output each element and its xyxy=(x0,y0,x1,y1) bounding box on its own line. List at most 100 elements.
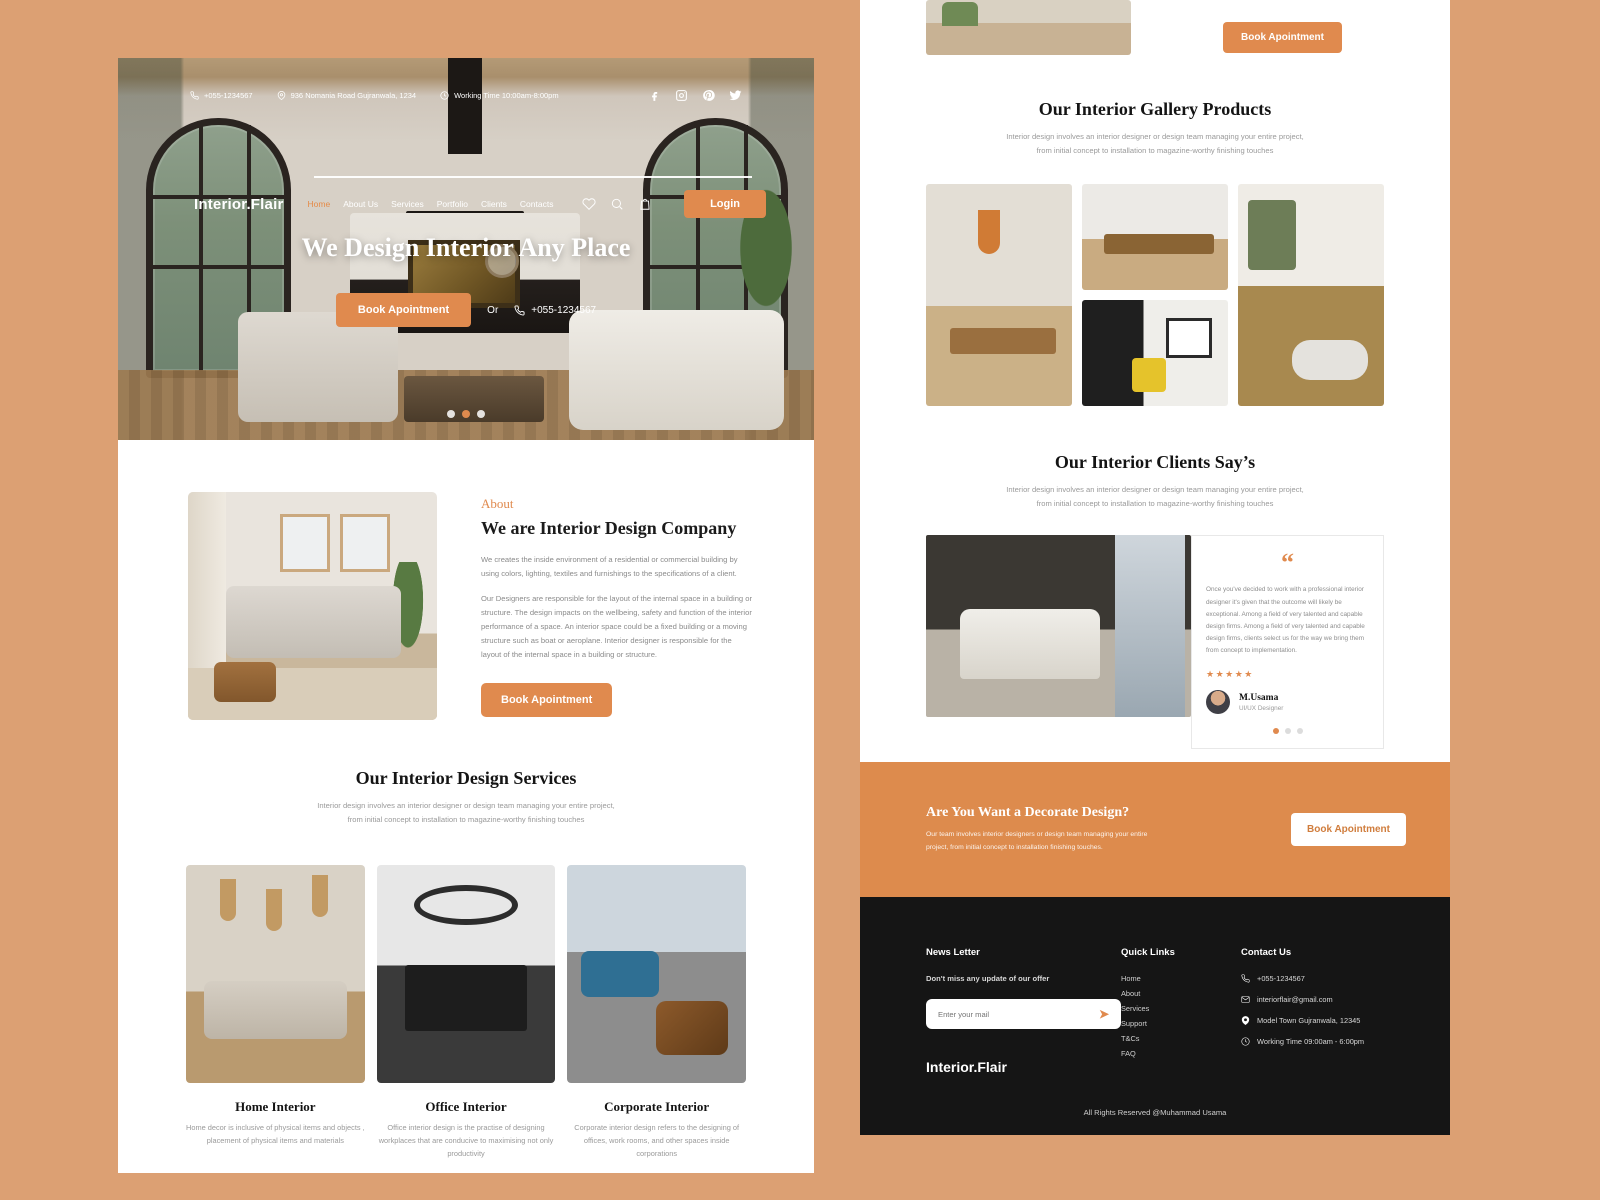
about-paragraph-1: We creates the inside environment of a r… xyxy=(481,555,738,579)
nav-item-home[interactable]: Home xyxy=(308,199,331,209)
bag-icon[interactable] xyxy=(638,197,652,211)
gallery-item[interactable] xyxy=(1238,184,1384,407)
clients-subtitle: Interior design involves an interior des… xyxy=(1006,485,1304,509)
clients-section: Our Interior Clients Say’s Interior desi… xyxy=(860,406,1450,750)
service-card[interactable]: Office Interior Office interior design i… xyxy=(376,865,556,1161)
service-image-corporate xyxy=(567,865,747,1084)
cta-book-appointment-button[interactable]: Book Apointment xyxy=(1291,813,1406,846)
topbar-hours-text: Working Time 10:00am-8:00pm xyxy=(454,90,559,100)
gallery-item[interactable] xyxy=(1082,300,1228,407)
gallery-item[interactable] xyxy=(926,184,1072,407)
pinterest-icon[interactable] xyxy=(702,89,715,102)
top-fragment-row: Book Apointment xyxy=(860,0,1450,55)
slider-dot-1[interactable] xyxy=(447,410,455,418)
about-book-appointment-button[interactable]: Book Apointment xyxy=(481,683,613,718)
hero-or-label: Or xyxy=(487,304,499,316)
testimonial-dot-2[interactable] xyxy=(1284,728,1291,735)
nav-item-about-us[interactable]: About Us xyxy=(343,199,378,209)
gallery-title: Our Interior Gallery Products xyxy=(1038,99,1272,119)
topbar-phone[interactable]: +055-1234567 xyxy=(190,91,253,100)
site-logo[interactable]: Interior.Flair xyxy=(194,196,284,213)
hero-book-appointment-button[interactable]: Book Apointment xyxy=(335,293,472,327)
testimonial-dot-3[interactable] xyxy=(1296,728,1303,735)
cta-title: Are You Want a Decorate Design? xyxy=(926,804,1130,820)
heart-icon[interactable] xyxy=(582,197,596,211)
nav-item-clients[interactable]: Clients xyxy=(481,199,507,209)
slider-dot-2[interactable] xyxy=(462,410,470,418)
gallery-column-2 xyxy=(1082,184,1228,407)
contact-phone[interactable]: +055-1234567 xyxy=(1241,974,1384,983)
clock-icon xyxy=(1241,1037,1250,1046)
quick-links-list: Home About Services Support T&Cs FAQ xyxy=(1121,974,1241,1058)
about-image xyxy=(188,492,437,720)
footer-link-home[interactable]: Home xyxy=(1121,974,1241,983)
newsletter-email-input[interactable] xyxy=(938,1009,1099,1019)
twitter-icon[interactable] xyxy=(729,89,742,102)
nav-item-portfolio[interactable]: Portfolio xyxy=(437,199,468,209)
footer-link-faq[interactable]: FAQ xyxy=(1121,1049,1241,1058)
service-title: Home Interior xyxy=(235,1099,316,1115)
mail-icon xyxy=(1241,996,1250,1003)
services-section: Our Interior Design Services Interior de… xyxy=(118,720,814,1161)
service-description: Office interior design is the practise o… xyxy=(378,1123,554,1158)
service-image-office xyxy=(376,865,556,1084)
footer-link-support[interactable]: Support xyxy=(1121,1019,1241,1028)
topbar-address-text: 936 Nomania Road Gujranwala, 1234 xyxy=(290,90,417,100)
footer-link-tcs[interactable]: T&Cs xyxy=(1121,1034,1241,1043)
hero-phone[interactable]: +055-1234567 xyxy=(514,305,596,316)
contact-address[interactable]: Model Town Gujranwala, 12345 xyxy=(1241,1016,1384,1025)
hero-section: +055-1234567 936 Nomania Road Gujranwala… xyxy=(118,58,814,440)
instagram-icon[interactable] xyxy=(675,89,688,102)
facebook-icon[interactable] xyxy=(648,89,661,102)
phone-icon xyxy=(190,90,199,100)
testimonial-card: “ Once you've decided to work with a pro… xyxy=(1191,535,1384,750)
about-paragraph-2: Our Designers are responsible for the la… xyxy=(481,594,752,660)
phone-icon xyxy=(1241,974,1250,983)
search-icon[interactable] xyxy=(610,197,624,211)
location-icon xyxy=(1241,1016,1250,1025)
footer-logo: Interior.Flair xyxy=(926,1059,1007,1075)
topbar-phone-text: +055-1234567 xyxy=(204,90,253,100)
services-subtitle: Interior design involves an interior des… xyxy=(317,801,615,825)
send-icon[interactable]: ➤ xyxy=(1099,1007,1109,1021)
hero-phone-text: +055-1234567 xyxy=(531,304,597,316)
gallery-column-1 xyxy=(926,184,1072,407)
testimonial-text: Once you've decided to work with a profe… xyxy=(1206,586,1365,655)
nav-links: Home About Us Services Portfolio Clients… xyxy=(308,199,554,209)
nav-item-services[interactable]: Services xyxy=(391,199,424,209)
contact-hours: Working Time 09:00am - 6:00pm xyxy=(1241,1037,1384,1046)
about-kicker: About xyxy=(481,496,514,511)
clock-icon xyxy=(440,90,449,100)
gallery-item[interactable] xyxy=(1082,184,1228,291)
footer-newsletter: News Letter Don't miss any update of our… xyxy=(926,947,1121,1075)
cta-text-block: Are You Want a Decorate Design? Our team… xyxy=(926,805,1291,854)
gallery-subtitle: Interior design involves an interior des… xyxy=(1006,132,1304,156)
testimonial-dot-1[interactable] xyxy=(1272,728,1279,735)
avatar xyxy=(1206,690,1230,715)
topbar-address[interactable]: 936 Nomania Road Gujranwala, 1234 xyxy=(277,90,417,100)
service-title: Corporate Interior xyxy=(604,1099,710,1115)
service-card[interactable]: Corporate Interior Corporate interior de… xyxy=(567,865,747,1161)
contact-email[interactable]: interiorflair@gmail.com xyxy=(1241,995,1384,1004)
fragment-book-appointment-button[interactable]: Book Apointment xyxy=(1223,22,1342,53)
nav-item-contacts[interactable]: Contacts xyxy=(520,199,554,209)
newsletter-input-wrap[interactable]: ➤ xyxy=(926,999,1121,1029)
newsletter-heading: News Letter xyxy=(926,947,980,958)
nav-icon-group: Login xyxy=(582,190,766,218)
footer-link-about[interactable]: About xyxy=(1121,989,1241,998)
login-button[interactable]: Login xyxy=(684,190,766,218)
slider-dot-3[interactable] xyxy=(477,410,485,418)
hero-title: We Design Interior Any Place xyxy=(301,233,631,262)
gallery-section: Our Interior Gallery Products Interior d… xyxy=(860,55,1450,407)
service-card[interactable]: Home Interior Home decor is inclusive of… xyxy=(186,865,365,1161)
left-page-column: +055-1234567 936 Nomania Road Gujranwala… xyxy=(118,58,814,1173)
footer-link-services[interactable]: Services xyxy=(1121,1004,1241,1013)
service-title: Office Interior xyxy=(425,1099,507,1115)
testimonial-author-role: UI/UX Designer xyxy=(1239,704,1284,712)
quick-links-heading: Quick Links xyxy=(1121,947,1175,958)
location-icon xyxy=(277,90,285,100)
decorative-armchair xyxy=(238,312,398,422)
testimonial-image xyxy=(926,535,1191,718)
top-info-bar: +055-1234567 936 Nomania Road Gujranwala… xyxy=(118,84,814,106)
fragment-image xyxy=(926,0,1131,55)
